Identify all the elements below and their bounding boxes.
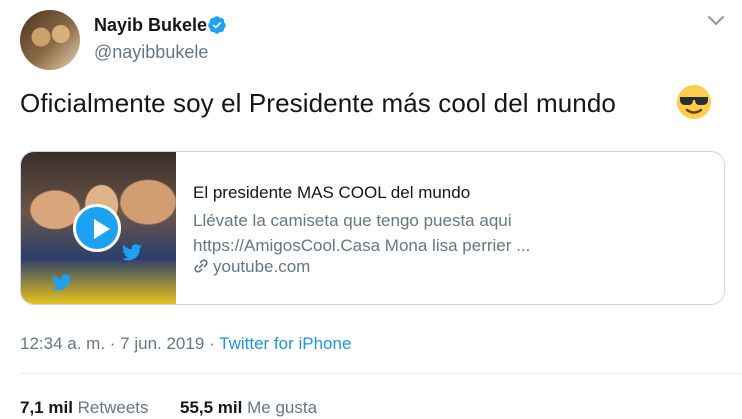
tweet-source-link[interactable]: Twitter for iPhone <box>219 334 351 353</box>
author-handle[interactable]: @nayibbukele <box>94 42 208 63</box>
play-button[interactable] <box>73 204 121 252</box>
likes-stat[interactable]: 55,5 mil Me gusta <box>180 398 317 417</box>
link-card[interactable]: El presidente MAS COOL del mundo Llévate… <box>20 151 725 305</box>
twitter-bird-icon <box>52 274 72 291</box>
avatar[interactable] <box>20 10 80 70</box>
link-icon <box>194 259 208 273</box>
meta-separator: · <box>209 334 215 353</box>
card-title[interactable]: El presidente MAS COOL del mundo <box>193 183 470 203</box>
likes-count: 55,5 mil <box>180 398 243 417</box>
retweets-label: Retweets <box>77 398 149 417</box>
twitter-bird-icon <box>122 244 142 261</box>
divider <box>20 373 742 374</box>
verified-badge-icon <box>208 16 226 34</box>
sunglasses-emoji-icon <box>677 85 711 119</box>
tweet-stats: 7,1 mil Retweets 55,5 mil Me gusta <box>20 398 317 418</box>
card-domain-text: youtube.com <box>213 257 311 276</box>
card-description-line: https://AmigosCool.Casa Mona lisa perrie… <box>193 236 531 255</box>
retweets-stat[interactable]: 7,1 mil Retweets <box>20 398 149 417</box>
tweet-timestamp[interactable]: 12:34 a. m. · 7 jun. 2019 <box>20 334 204 353</box>
tweet-text: Oficialmente soy el Presidente más cool … <box>20 88 616 118</box>
author-name[interactable]: Nayib Bukele <box>94 15 207 36</box>
card-domain[interactable]: youtube.com <box>193 257 310 277</box>
likes-label: Me gusta <box>247 398 318 417</box>
retweets-count: 7,1 mil <box>20 398 73 417</box>
tweet-meta: 12:34 a. m. · 7 jun. 2019 · Twitter for … <box>20 334 351 354</box>
card-description: Llévate la camiseta que tengo puesta aqu… <box>193 208 530 258</box>
card-description-line: Llévate la camiseta que tengo puesta aqu… <box>193 211 512 230</box>
card-thumbnail[interactable] <box>21 152 176 304</box>
chevron-down-icon[interactable] <box>707 14 725 28</box>
play-icon <box>94 219 110 239</box>
